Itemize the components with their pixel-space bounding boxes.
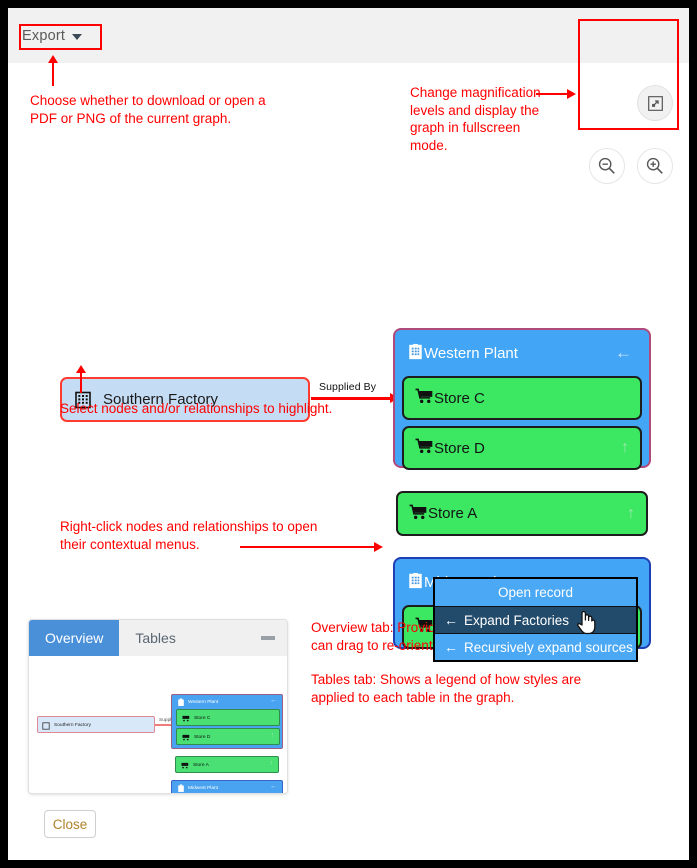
up-arrow-icon: ↑ <box>621 439 629 456</box>
minimap-node-label: Southern Factory <box>54 721 92 728</box>
overview-tabs: Overview Tables <box>29 620 287 656</box>
left-arrow-icon: ← <box>444 612 458 628</box>
fullscreen-expand-icon <box>647 95 663 111</box>
shopping-cart-icon <box>182 715 190 722</box>
shopping-cart-icon <box>415 438 434 458</box>
shopping-cart-icon <box>182 734 190 741</box>
overview-panel[interactable]: Overview Tables Southern Factory Supplie… <box>28 619 288 794</box>
up-arrow-icon: ↑ <box>270 732 275 739</box>
relationship-label[interactable]: Supplied By <box>319 381 376 393</box>
minimap-node-store-a[interactable]: Store A ↑ <box>175 756 279 773</box>
magnifier-minus-icon <box>598 157 615 174</box>
minimap-node-store-c[interactable]: Store C <box>176 709 280 726</box>
plant-building-icon <box>178 784 184 792</box>
toolbar: Export <box>8 8 689 63</box>
group-title-western-plant: Western Plant ← <box>402 330 642 376</box>
annotation-tables-tab: Tables tab: Shows a legend of how styles… <box>311 672 582 705</box>
minimap-group-label: Western Plant <box>188 698 219 705</box>
group-western-plant[interactable]: Western Plant ← Store C Store D ↑ <box>393 328 651 470</box>
up-arrow-icon: ↑ <box>627 504 635 522</box>
context-menu[interactable]: Open record ← Expand Factories ← Recursi… <box>433 577 638 662</box>
left-arrow-icon: ← <box>270 783 277 790</box>
shopping-cart-icon <box>181 762 189 769</box>
node-store-a[interactable]: Store A ↑ <box>396 491 648 536</box>
shopping-cart-icon <box>409 504 428 524</box>
annotation-arrow-magnification <box>536 89 576 99</box>
minimap-group-midwest-plant[interactable]: Midwest Plant ← Store B ↑ <box>171 780 283 793</box>
node-store-c[interactable]: Store C <box>402 376 642 420</box>
annotation-export: Choose whether to download or open a PDF… <box>30 93 266 126</box>
zoom-in-button[interactable] <box>637 148 673 184</box>
minimap-group-label: Midwest Plant <box>188 784 219 791</box>
annotation-arrow-select <box>76 365 86 393</box>
node-label: Store D <box>434 439 485 457</box>
context-menu-item-label: Expand Factories <box>464 612 570 628</box>
group-label: Western Plant <box>424 344 518 362</box>
close-button-label: Close <box>52 816 88 832</box>
minimap-node-southern-factory[interactable]: Southern Factory <box>37 716 155 733</box>
factory-building-icon <box>42 721 50 730</box>
screenshot-root: Export Southern Factory Supplied By West… <box>0 0 697 868</box>
annotation-arrow-right-click <box>240 542 383 552</box>
plant-building-icon <box>407 572 424 593</box>
annotation-magnification: Change magnification levels and display … <box>410 85 541 153</box>
node-label: Store C <box>434 389 485 407</box>
plant-building-icon <box>178 698 184 706</box>
context-menu-item-open-record[interactable]: Open record <box>435 579 636 606</box>
minimap-node-store-d[interactable]: Store D ↑ <box>176 728 280 745</box>
close-button[interactable]: Close <box>44 810 96 838</box>
tab-label: Overview <box>45 630 104 646</box>
up-arrow-icon: ↑ <box>269 760 274 767</box>
minimap-node-label: Store A <box>193 761 209 768</box>
minimap-group-western-plant[interactable]: Western Plant ← Store C Store D ↑ <box>171 694 283 749</box>
node-label: Store A <box>428 505 478 522</box>
graph-visualizer-panel: Export Southern Factory Supplied By West… <box>8 8 689 860</box>
context-menu-item-recursively-expand-sources[interactable]: ← Recursively expand sources <box>435 633 636 660</box>
tab-tables[interactable]: Tables <box>119 620 191 656</box>
chevron-down-icon <box>72 34 83 40</box>
tab-overview[interactable]: Overview <box>29 620 120 656</box>
context-menu-item-expand-factories[interactable]: ← Expand Factories <box>435 606 636 633</box>
minimap-node-label: Store D <box>194 733 211 740</box>
minimap-node-label: Store C <box>194 714 211 721</box>
tab-label: Tables <box>135 630 176 646</box>
graph-canvas[interactable]: Southern Factory Supplied By Western Pla… <box>8 63 689 860</box>
fullscreen-button[interactable] <box>637 85 673 121</box>
export-button[interactable]: Export <box>22 28 83 44</box>
shopping-cart-icon <box>415 388 434 408</box>
left-arrow-icon: ← <box>444 639 458 655</box>
zoom-out-button[interactable] <box>589 148 625 184</box>
left-arrow-icon: ← <box>270 697 277 704</box>
plant-building-icon <box>407 343 424 364</box>
annotation-arrow-export <box>48 55 58 86</box>
node-store-d[interactable]: Store D ↑ <box>402 426 642 470</box>
minimap[interactable]: Southern Factory Supplied By Western Pla… <box>29 656 287 793</box>
minimize-icon[interactable] <box>261 636 275 640</box>
export-button-label: Export <box>22 28 66 44</box>
left-arrow-icon: ← <box>615 343 632 362</box>
context-menu-item-label: Recursively expand sources <box>464 639 633 655</box>
magnifier-plus-icon <box>646 157 663 174</box>
context-menu-item-label: Open record <box>497 585 574 600</box>
annotation-select-nodes: Select nodes and/or relationships to hig… <box>60 401 333 416</box>
